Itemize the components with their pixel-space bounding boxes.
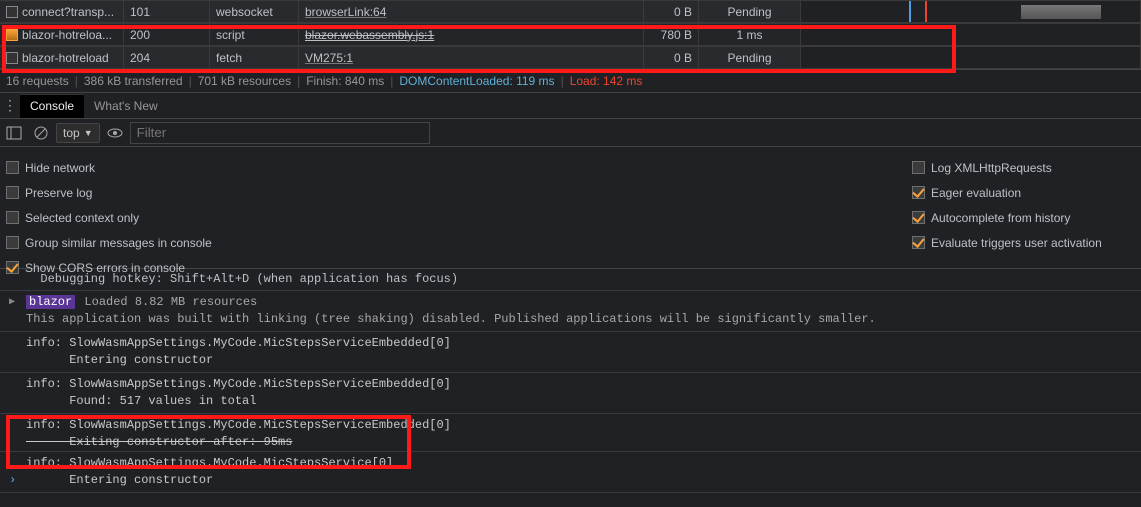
- net-name: blazor-hotreload: [22, 51, 109, 65]
- console-filter-input[interactable]: [130, 122, 430, 144]
- network-row[interactable]: blazor-hotreloa... 200 script blazor.web…: [0, 23, 1141, 46]
- net-initiator[interactable]: VM275:1: [305, 51, 353, 65]
- checkbox-hide-network[interactable]: [6, 161, 19, 174]
- console-sidebar-toggle[interactable]: [2, 122, 26, 144]
- tab-whatsnew[interactable]: What's New: [84, 95, 168, 117]
- net-type: fetch: [210, 47, 299, 68]
- net-name: blazor-hotreloa...: [22, 28, 112, 42]
- console-log-line[interactable]: info: SlowWasmAppSettings.MyCode.MicStep…: [0, 452, 1141, 493]
- net-status: 200: [124, 24, 210, 45]
- live-expression-icon[interactable]: [103, 122, 127, 144]
- status-icon: [6, 6, 18, 18]
- network-summary: 16 requests| 386 kB transferred| 701 kB …: [0, 69, 1141, 93]
- checkbox-eval-triggers[interactable]: [912, 236, 925, 249]
- summary-resources: 701 kB resources: [198, 74, 291, 88]
- net-size: 0 B: [644, 47, 699, 68]
- console-log-line[interactable]: info: SlowWasmAppSettings.MyCode.MicStep…: [0, 373, 1141, 414]
- checkbox-eager-eval[interactable]: [912, 186, 925, 199]
- net-initiator[interactable]: blazor.webassembly.js:1: [305, 28, 434, 42]
- label-group-similar: Group similar messages in console: [25, 236, 212, 250]
- expand-icon[interactable]: ▶: [9, 294, 15, 311]
- net-size: 0 B: [644, 1, 699, 22]
- network-row[interactable]: blazor-hotreload 204 fetch VM275:1 0 B P…: [0, 46, 1141, 69]
- net-type: websocket: [210, 1, 299, 22]
- label-eager-eval: Eager evaluation: [931, 186, 1021, 200]
- console-settings: Hide network Preserve log Selected conte…: [0, 147, 1141, 269]
- console-log-line[interactable]: info: SlowWasmAppSettings.MyCode.MicStep…: [0, 414, 1141, 452]
- net-size: 780 B: [644, 24, 699, 45]
- console-log-line[interactable]: ▶blazor Loaded 8.82 MB resources This ap…: [0, 291, 1141, 332]
- summary-finish: Finish: 840 ms: [306, 74, 384, 88]
- console-log-area: Debugging hotkey: Shift+Alt+D (when appl…: [0, 269, 1141, 493]
- label-hide-network: Hide network: [25, 161, 95, 175]
- summary-load: Load: 142 ms: [570, 74, 643, 88]
- status-icon: [6, 52, 18, 64]
- net-type: script: [210, 24, 299, 45]
- context-selector[interactable]: top ▼: [56, 123, 100, 143]
- more-icon[interactable]: ⋮: [0, 97, 20, 114]
- checkbox-log-xhr[interactable]: [912, 161, 925, 174]
- summary-dcl: DOMContentLoaded: 119 ms: [399, 74, 554, 88]
- drawer-tabs: ⋮ Console What's New: [0, 93, 1141, 119]
- checkbox-autocomplete[interactable]: [912, 211, 925, 224]
- tab-console[interactable]: Console: [20, 94, 84, 118]
- net-status: 101: [124, 1, 210, 22]
- net-status: 204: [124, 47, 210, 68]
- chevron-down-icon: ▼: [84, 128, 93, 138]
- console-prompt-icon[interactable]: ›: [9, 473, 16, 487]
- status-icon: [6, 29, 18, 41]
- blazor-badge: blazor: [26, 295, 75, 309]
- net-time: Pending: [699, 1, 801, 22]
- net-initiator[interactable]: browserLink:64: [305, 5, 386, 19]
- checkbox-preserve-log[interactable]: [6, 186, 19, 199]
- net-waterfall: [801, 1, 1141, 22]
- network-table: connect?transp... 101 websocket browserL…: [0, 0, 1141, 69]
- label-eval-triggers: Evaluate triggers user activation: [931, 236, 1102, 250]
- label-log-xhr: Log XMLHttpRequests: [931, 161, 1052, 175]
- summary-transferred: 386 kB transferred: [84, 74, 183, 88]
- net-waterfall: [801, 24, 1141, 45]
- net-waterfall: [801, 47, 1141, 68]
- summary-requests: 16 requests: [6, 74, 69, 88]
- net-name: connect?transp...: [22, 5, 114, 19]
- label-autocomplete: Autocomplete from history: [931, 211, 1070, 225]
- net-time: Pending: [699, 47, 801, 68]
- console-log-line[interactable]: Debugging hotkey: Shift+Alt+D (when appl…: [0, 269, 1141, 291]
- label-preserve-log: Preserve log: [25, 186, 92, 200]
- label-selected-context: Selected context only: [25, 211, 139, 225]
- net-time: 1 ms: [699, 24, 801, 45]
- console-toolbar: top ▼: [0, 119, 1141, 147]
- network-row[interactable]: connect?transp... 101 websocket browserL…: [0, 0, 1141, 23]
- checkbox-group-similar[interactable]: [6, 236, 19, 249]
- checkbox-selected-context[interactable]: [6, 211, 19, 224]
- clear-console-icon[interactable]: [29, 122, 53, 144]
- console-log-line[interactable]: info: SlowWasmAppSettings.MyCode.MicStep…: [0, 332, 1141, 373]
